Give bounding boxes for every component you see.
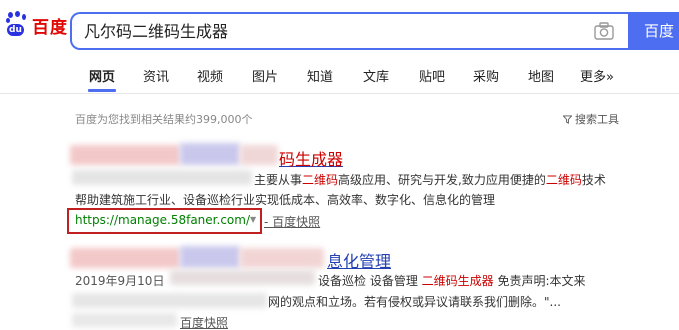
result-snippet: 主要从事二维码高级应用、研究与开发,致力应用便捷的二维码技术 [254, 173, 606, 187]
search-input[interactable] [84, 20, 564, 39]
result-count: 百度为您找到相关结果约399,000个 [75, 113, 253, 126]
url-dropdown-icon[interactable]: ▼ [250, 215, 256, 224]
redacted-block [240, 248, 324, 268]
result-snippet: 帮助建筑施工行业、设备巡检行业实现低成本、高效率、数字化、信息化的管理 [75, 193, 496, 207]
result-snippet: 网的观点和立场。若有侵权或异议请联系我们删除。"... [268, 295, 561, 309]
result-title[interactable]: 息化管理 [327, 248, 391, 272]
snapshot-link[interactable]: - 百度快照 [264, 213, 320, 230]
tab-web[interactable]: 网页 [89, 66, 115, 85]
redacted-block [72, 170, 252, 185]
tab-more[interactable]: 更多» [580, 66, 614, 85]
redacted-block [170, 270, 315, 285]
redacted-block [240, 145, 278, 165]
redacted-block [180, 246, 240, 268]
tab-map[interactable]: 地图 [528, 66, 554, 85]
search-tools-label: 搜索工具 [575, 113, 619, 126]
filter-icon [563, 114, 572, 124]
tab-zhidao[interactable]: 知道 [307, 66, 333, 85]
logo-text: 百度 [32, 17, 68, 38]
redacted-block [72, 293, 267, 308]
redacted-block [72, 313, 177, 327]
tabs-divider [0, 93, 679, 94]
result-snippet: 设备巡检 设备管理 二维码生成器 免责声明:本文来 [318, 274, 586, 288]
tab-tieba[interactable]: 贴吧 [419, 66, 445, 85]
search-tools[interactable]: 搜索工具 [563, 111, 619, 127]
result-url[interactable]: https://manage.58faner.com/ [75, 213, 250, 227]
tab-news[interactable]: 资讯 [143, 66, 169, 85]
active-tab-indicator [88, 89, 116, 92]
tab-purchase[interactable]: 采购 [473, 66, 499, 85]
search-button[interactable]: 百度 [628, 12, 679, 50]
search-box [70, 12, 628, 50]
redacted-block [180, 143, 240, 165]
logo-du-label: du [7, 24, 24, 36]
paw-icon: du [6, 11, 28, 38]
tab-images[interactable]: 图片 [252, 66, 278, 85]
result-title[interactable]: 码生成器 [279, 146, 343, 170]
nav-tabs: 网页 资讯 视频 图片 知道 文库 贴吧 采购 地图 更多» [0, 66, 679, 94]
snapshot-link[interactable]: 百度快照 [180, 314, 228, 330]
redacted-block [70, 248, 180, 268]
camera-icon[interactable] [594, 22, 614, 40]
tab-wenku[interactable]: 文库 [363, 66, 389, 85]
result-date: 2019年9月10日 [75, 274, 165, 288]
tab-video[interactable]: 视频 [197, 66, 223, 85]
redacted-block [70, 145, 180, 165]
baidu-logo[interactable]: du 百度 [6, 11, 68, 38]
